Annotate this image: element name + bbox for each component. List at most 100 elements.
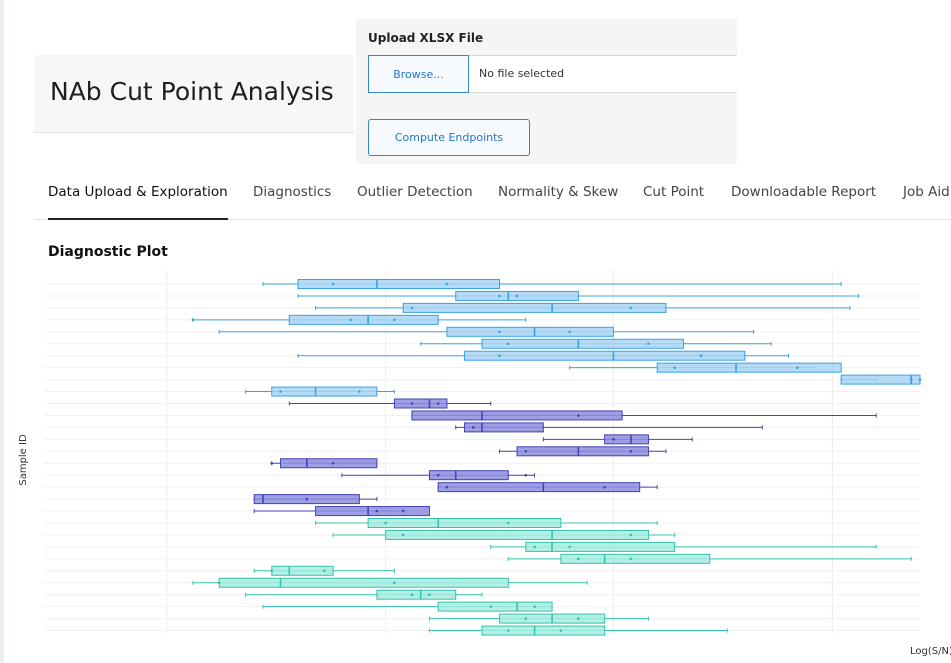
box <box>437 482 641 493</box>
data-point <box>498 354 501 357</box>
data-point <box>323 569 326 573</box>
box <box>656 362 842 373</box>
file-status-text: No file selected <box>479 67 565 80</box>
data-point <box>498 330 501 334</box>
data-point <box>524 617 528 620</box>
data-point <box>384 521 387 525</box>
data-point <box>673 366 677 369</box>
box <box>463 350 746 361</box>
box <box>560 553 711 564</box>
data-point <box>909 378 913 381</box>
data-point <box>393 318 396 322</box>
box <box>481 625 606 636</box>
box <box>367 518 562 528</box>
data-point <box>410 402 414 405</box>
data-point <box>445 485 449 489</box>
file-input[interactable]: Browse... No file selected <box>368 55 737 93</box>
diagnostic-boxplot: Sample ID Log(S/N) <box>18 270 951 657</box>
data-point <box>393 581 396 585</box>
data-point <box>699 354 703 357</box>
data-point <box>506 342 510 346</box>
data-point <box>629 306 633 310</box>
data-point <box>401 533 405 537</box>
box <box>411 410 623 421</box>
data-point <box>918 378 922 381</box>
tab-cut-point[interactable]: Cut Point <box>643 168 704 220</box>
data-point <box>524 450 528 453</box>
data-point <box>524 473 528 477</box>
tab-downloadable-report[interactable]: Downloadable Report <box>731 168 876 220</box>
upload-label: Upload XLSX File <box>368 31 484 45</box>
data-point <box>270 569 274 573</box>
data-point <box>506 521 510 525</box>
data-point <box>217 581 221 585</box>
compute-endpoints-button[interactable]: Compute Endpoints <box>368 119 530 156</box>
data-point <box>515 294 519 298</box>
box <box>525 541 676 552</box>
box <box>385 529 649 540</box>
data-point <box>568 545 571 549</box>
data-point <box>191 318 195 322</box>
data-point <box>577 414 580 417</box>
data-point <box>331 461 335 465</box>
data-point <box>428 593 431 596</box>
data-point <box>577 617 580 620</box>
browse-button[interactable]: Browse... <box>368 55 469 93</box>
data-point <box>375 509 379 513</box>
tab-outlier-detection[interactable]: Outlier Detection <box>357 168 473 220</box>
box <box>218 577 509 588</box>
box <box>840 374 921 385</box>
data-point <box>506 629 510 632</box>
data-point <box>612 438 615 441</box>
data-point <box>603 485 606 489</box>
tab-bar: Data Upload & Exploration Diagnostics Ou… <box>34 168 951 220</box>
tab-normality-skew[interactable]: Normality & Skew <box>498 168 618 220</box>
box <box>604 434 649 445</box>
data-point <box>568 330 571 334</box>
box <box>288 314 439 325</box>
data-point <box>358 390 361 393</box>
data-point <box>647 342 650 346</box>
data-point <box>471 426 475 429</box>
data-point <box>796 366 799 369</box>
box <box>315 506 430 517</box>
upload-panel: Upload XLSX File Browse... No file selec… <box>356 18 737 164</box>
data-point <box>305 497 309 501</box>
box <box>481 338 684 349</box>
data-point <box>279 390 282 393</box>
data-point <box>349 318 352 322</box>
data-point <box>498 294 501 298</box>
data-point <box>270 461 274 465</box>
box <box>402 302 667 313</box>
data-point <box>533 545 536 549</box>
data-point <box>410 306 414 310</box>
data-point <box>410 593 414 596</box>
data-point <box>489 605 493 608</box>
data-point <box>436 402 440 405</box>
tab-job-aid[interactable]: Job Aid <box>903 168 950 220</box>
data-point <box>577 557 580 561</box>
box <box>516 446 649 457</box>
data-point <box>436 473 440 477</box>
box <box>280 458 378 469</box>
tab-data-upload[interactable]: Data Upload & Exploration <box>48 168 228 220</box>
data-point <box>331 282 335 286</box>
data-point <box>445 282 449 286</box>
data-point <box>629 450 633 453</box>
box <box>297 279 501 289</box>
box <box>463 422 544 433</box>
box <box>446 326 614 337</box>
app-page: NAb Cut Point Analysis Upload XLSX File … <box>0 0 951 663</box>
box <box>376 589 457 600</box>
data-point <box>629 557 633 561</box>
plot-title: Diagnostic Plot <box>48 244 168 260</box>
data-point <box>559 629 563 632</box>
title-panel: NAb Cut Point Analysis <box>34 55 354 133</box>
tab-diagnostics[interactable]: Diagnostics <box>253 168 331 220</box>
y-axis-label: Sample ID <box>18 434 29 486</box>
box <box>271 386 378 397</box>
data-point <box>533 605 536 608</box>
x-axis-label: Log(S/N) <box>910 646 951 657</box>
box <box>428 470 509 481</box>
page-title: NAb Cut Point Analysis <box>50 77 334 106</box>
